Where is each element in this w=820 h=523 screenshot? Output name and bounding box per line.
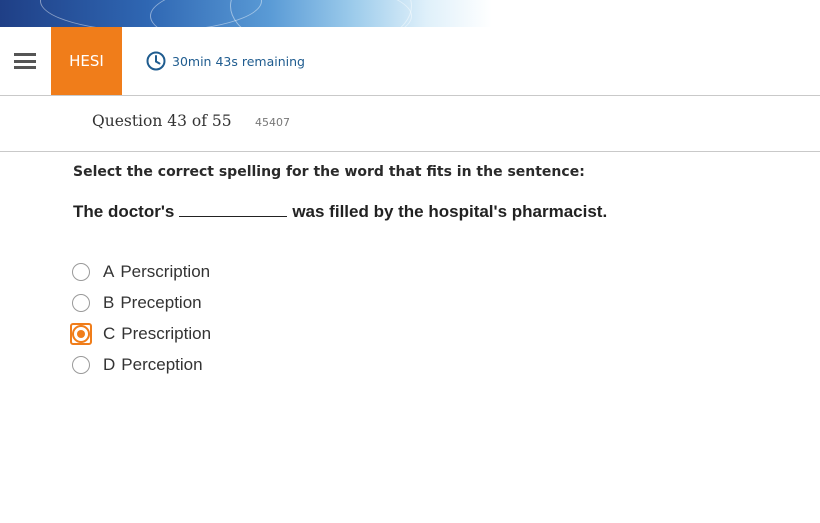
radio-button-selected-icon[interactable] [70,322,92,345]
hamburger-menu-icon [14,53,36,69]
sentence-blank [179,202,288,217]
option-letter: B [103,292,115,312]
option-text: Prescription [121,323,212,343]
timer-text: 30min 43s remaining [172,53,305,69]
sentence-end: was filled by the hospital's pharmacist. [292,202,608,221]
option-b[interactable]: B Preception [70,287,211,318]
menu-button[interactable] [0,27,50,95]
option-text: Perscription [120,261,211,281]
option-d[interactable]: D Perception [70,349,211,380]
option-letter: C [103,323,116,343]
radio-button-icon[interactable] [70,292,92,314]
top-header: HESI 30min 43s remaining [0,27,820,96]
question-sentence: The doctor's was filled by the hospital's… [73,202,607,222]
question-number: Question 43 of 55 [92,112,232,130]
option-letter: D [103,354,116,374]
question-prompt: Select the correct spelling for the word… [73,164,585,180]
brand-logo: HESI [51,27,122,95]
sentence-start: The doctor's [73,202,175,221]
radio-button-icon[interactable] [70,261,92,283]
timer: 30min 43s remaining [146,27,305,95]
radio-button-icon[interactable] [70,354,92,376]
option-a[interactable]: A Perscription [70,256,211,287]
clock-icon [146,51,166,71]
decorative-banner [0,0,820,27]
option-c[interactable]: C Prescription [70,318,211,349]
question-id: 45407 [255,116,290,129]
exam-page: HESI 30min 43s remaining Question 43 of … [0,0,820,523]
option-letter: A [103,261,115,281]
option-text: Perception [121,354,203,374]
answer-options: A Perscription B Preception C Prescription … [70,256,211,380]
question-header: Question 43 of 55 45407 [0,96,820,152]
option-text: Preception [120,292,202,312]
